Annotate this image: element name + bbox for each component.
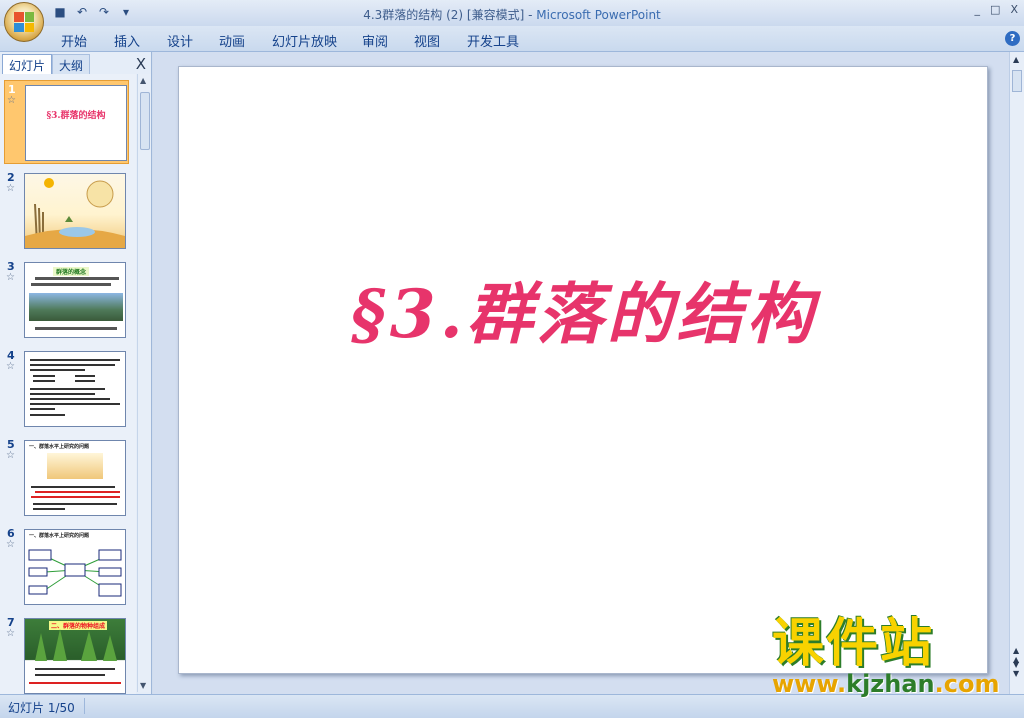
watermark-text: 课件站: [772, 614, 935, 674]
slide-editor-canvas: §3.群落的结构: [153, 52, 1009, 694]
current-slide[interactable]: §3.群落的结构: [178, 66, 988, 674]
minimize-button[interactable]: _: [975, 3, 981, 16]
tab-home[interactable]: 开始: [61, 31, 87, 50]
help-icon[interactable]: ?: [1005, 31, 1020, 46]
slide-thumbnail[interactable]: 7 ☆ 二、群落的物种组成: [4, 614, 129, 694]
slide-indicator: 幻灯片 1/50: [8, 701, 75, 715]
app-name: Microsoft PowerPoint: [536, 8, 661, 22]
close-panel-icon[interactable]: X: [136, 55, 146, 73]
slide-preview-title: 群落的概念: [53, 267, 90, 276]
slide-preview: 一、群落水平上研究的问题: [24, 529, 126, 605]
slide-thumbnail[interactable]: 6 ☆ 一、群落水平上研究的问题: [4, 525, 129, 609]
watermark-logo: 课件站 www.kjzhan.com: [772, 616, 1012, 698]
ribbon-tabs: 开始 插入 设计 动画 幻灯片放映 审阅 视图 开发工具 ?: [0, 26, 1024, 52]
slide-thumbnail[interactable]: 1 ☆ §3.群落的结构: [4, 80, 129, 164]
tab-insert[interactable]: 插入: [114, 31, 140, 50]
slide-thumbnail[interactable]: 3 ☆ 群落的概念: [4, 258, 129, 342]
animation-icon: ☆: [6, 450, 15, 461]
slide-preview: 一、群落水平上研究的问题: [24, 440, 126, 516]
slide-thumbnail[interactable]: 2 ☆: [4, 169, 129, 253]
maximize-button[interactable]: □: [990, 3, 1000, 16]
tab-design[interactable]: 设计: [167, 31, 193, 50]
slide-thumbnail-list: 1 ☆ §3.群落的结构 2 ☆ 3 ☆ 群落的概念 4 ☆ 5 ☆ 一、群落水…: [0, 74, 136, 694]
landscape-photo: [29, 293, 123, 321]
office-button[interactable]: [4, 2, 44, 42]
editor-scrollbar[interactable]: ▲ ▲ ▲ ▼ ▼: [1009, 52, 1024, 694]
text-lines: [30, 359, 120, 416]
animation-icon: ☆: [6, 361, 15, 372]
animation-icon: ☆: [6, 272, 15, 283]
slide-thumbnail[interactable]: 5 ☆ 一、群落水平上研究的问题: [4, 436, 129, 520]
slide-title[interactable]: §3.群落的结构: [179, 261, 989, 357]
panel-scrollbar[interactable]: ▲ ▼: [137, 74, 151, 692]
scroll-thumb[interactable]: [140, 92, 150, 150]
window-controls: _ □ X: [975, 3, 1018, 16]
ecosystem-illustration-icon: [25, 178, 125, 248]
slide-preview: §3.群落的结构: [25, 85, 127, 161]
concept-map-diagram: [28, 549, 122, 597]
slide-preview-title: §3.群落的结构: [46, 111, 106, 121]
window-title: 4.3群落的结构 (2) [兼容模式] - Microsoft PowerPoi…: [363, 8, 661, 22]
animation-icon: ☆: [7, 95, 16, 106]
tab-view[interactable]: 视图: [414, 31, 440, 50]
slides-panel: 幻灯片 大纲 X 1 ☆ §3.群落的结构 2 ☆ 3 ☆ 群落的概念 4 ☆ …: [0, 52, 152, 694]
scroll-up-icon[interactable]: ▲: [140, 76, 146, 85]
slide-preview: 群落的概念: [24, 262, 126, 338]
status-divider: [84, 698, 85, 714]
tab-animations[interactable]: 动画: [219, 31, 245, 50]
close-button[interactable]: X: [1010, 3, 1018, 16]
slide-preview: [24, 173, 126, 249]
scroll-down-icon[interactable]: ▼: [140, 681, 146, 690]
animation-icon: ☆: [6, 183, 15, 194]
tab-outline[interactable]: 大纲: [52, 54, 91, 74]
tab-developer[interactable]: 开发工具: [467, 31, 519, 50]
tab-slides[interactable]: 幻灯片: [2, 54, 53, 74]
tab-review[interactable]: 审阅: [362, 31, 388, 50]
scroll-thumb[interactable]: [1012, 70, 1022, 92]
next-slide-icon[interactable]: ▼ ▼: [1013, 660, 1019, 678]
office-logo-icon: [14, 12, 34, 32]
document-title: 4.3群落的结构 (2) [兼容模式]: [363, 8, 525, 22]
animation-icon: ☆: [6, 539, 15, 550]
panel-tabs: 幻灯片 大纲 X: [0, 54, 152, 74]
scroll-up-icon[interactable]: ▲: [1013, 55, 1019, 64]
title-bar: ■ ↶ ↷ ▾ 4.3群落的结构 (2) [兼容模式] - Microsoft …: [0, 0, 1024, 26]
forest-photo: [29, 629, 121, 684]
animation-icon: ☆: [6, 628, 15, 639]
watermark-url: www.kjzhan.com: [772, 670, 1000, 698]
slide-thumbnail[interactable]: 4 ☆: [4, 347, 129, 431]
tab-slideshow[interactable]: 幻灯片放映: [272, 31, 337, 50]
slide-preview: [24, 351, 126, 427]
slide-preview: 二、群落的物种组成: [24, 618, 126, 694]
